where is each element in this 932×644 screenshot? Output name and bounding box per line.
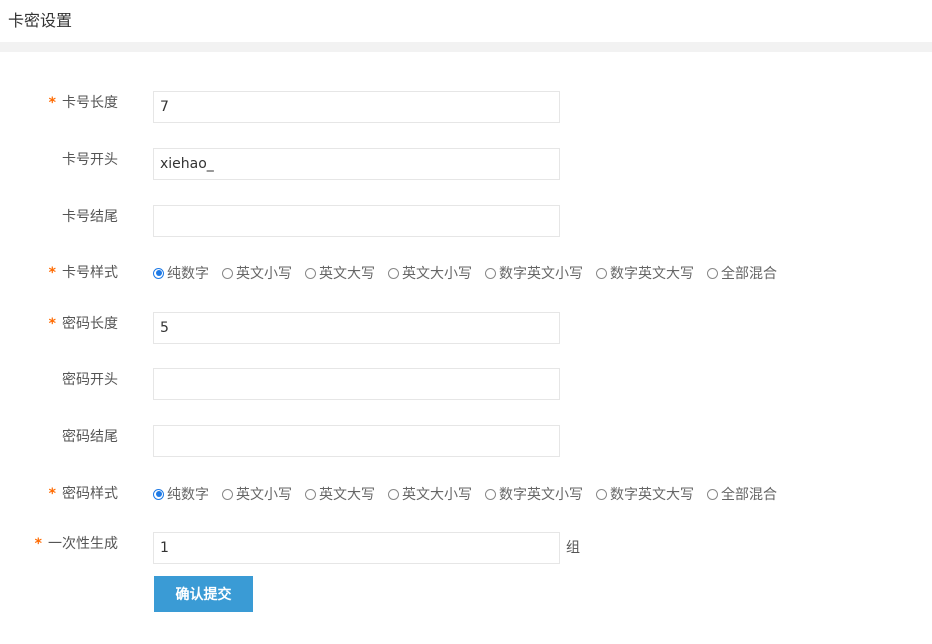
required-star: * xyxy=(48,95,56,111)
radio-label: 英文小写 xyxy=(236,266,292,282)
card-length-input[interactable] xyxy=(153,91,560,123)
radio-unchecked-icon[interactable] xyxy=(485,267,496,279)
radio-unchecked-icon[interactable] xyxy=(596,267,607,279)
required-star: * xyxy=(48,316,56,332)
radio-label: 英文大写 xyxy=(319,487,375,503)
card-style-option[interactable]: 全部混合 xyxy=(707,263,777,283)
card-style-option[interactable]: 数字英文小写 xyxy=(485,263,583,283)
radio-label: 纯数字 xyxy=(167,266,209,282)
card-style-option[interactable]: 数字英文大写 xyxy=(596,263,694,283)
radio-unchecked-icon[interactable] xyxy=(388,267,399,279)
pwd-suffix-label: 密码结尾 xyxy=(62,429,118,445)
radio-label: 全部混合 xyxy=(721,487,777,503)
pwd-prefix-row: 密码开头 xyxy=(0,368,932,400)
pwd-style-option[interactable]: 纯数字 xyxy=(153,484,209,504)
radio-label: 英文小写 xyxy=(236,487,292,503)
pwd-style-radio-group: 纯数字 英文小写 英文大写 英文大小写 数字英文小写 数字英文大写 全部混合 xyxy=(153,482,790,506)
card-suffix-input[interactable] xyxy=(153,205,560,237)
card-style-option[interactable]: 英文小写 xyxy=(222,263,292,283)
pwd-suffix-row: 密码结尾 xyxy=(0,425,932,457)
pwd-style-label-text: 密码样式 xyxy=(62,486,118,502)
pwd-length-row: * 密码长度 xyxy=(0,312,932,344)
radio-label: 英文大小写 xyxy=(402,266,472,282)
batch-row: * 一次性生成 组 xyxy=(0,532,932,564)
radio-checked-icon[interactable] xyxy=(153,488,164,500)
batch-label: * 一次性生成 xyxy=(35,532,118,556)
card-suffix-row: 卡号结尾 xyxy=(0,205,932,237)
radio-unchecked-icon[interactable] xyxy=(305,488,316,500)
radio-label: 全部混合 xyxy=(721,266,777,282)
radio-label: 英文大小写 xyxy=(402,487,472,503)
pwd-length-label-text: 密码长度 xyxy=(62,316,118,332)
card-prefix-row: 卡号开头 xyxy=(0,148,932,180)
radio-label: 数字英文小写 xyxy=(499,266,583,282)
required-star: * xyxy=(34,536,42,552)
card-length-row: * 卡号长度 xyxy=(0,91,932,123)
card-length-label-text: 卡号长度 xyxy=(62,95,118,111)
pwd-style-option[interactable]: 全部混合 xyxy=(707,484,777,504)
card-style-option[interactable]: 纯数字 xyxy=(153,263,209,283)
title-divider xyxy=(0,42,932,52)
pwd-style-option[interactable]: 英文大小写 xyxy=(388,484,472,504)
required-star: * xyxy=(48,486,56,502)
pwd-suffix-input[interactable] xyxy=(153,425,560,457)
radio-checked-icon[interactable] xyxy=(153,267,164,279)
radio-unchecked-icon[interactable] xyxy=(707,488,718,500)
pwd-style-row: * 密码样式 纯数字 英文小写 英文大写 英文大小写 数字英文小写 数字英文大写 … xyxy=(0,482,932,514)
radio-unchecked-icon[interactable] xyxy=(388,488,399,500)
pwd-style-option[interactable]: 英文大写 xyxy=(305,484,375,504)
card-length-label: * 卡号长度 xyxy=(49,91,118,115)
radio-unchecked-icon[interactable] xyxy=(305,267,316,279)
pwd-style-option[interactable]: 英文小写 xyxy=(222,484,292,504)
card-style-option[interactable]: 英文大小写 xyxy=(388,263,472,283)
batch-count-input[interactable] xyxy=(153,532,560,564)
pwd-style-option[interactable]: 数字英文大写 xyxy=(596,484,694,504)
required-star: * xyxy=(48,265,56,281)
pwd-style-label: * 密码样式 xyxy=(49,482,118,506)
pwd-length-label: * 密码长度 xyxy=(49,312,118,336)
radio-label: 英文大写 xyxy=(319,266,375,282)
page-title: 卡密设置 xyxy=(8,11,73,30)
radio-label: 数字英文大写 xyxy=(610,487,694,503)
card-style-radio-group: 纯数字 英文小写 英文大写 英文大小写 数字英文小写 数字英文大写 全部混合 xyxy=(153,261,790,285)
card-style-row: * 卡号样式 纯数字 英文小写 英文大写 英文大小写 数字英文小写 数字英文大写 … xyxy=(0,261,932,293)
pwd-style-option[interactable]: 数字英文小写 xyxy=(485,484,583,504)
radio-unchecked-icon[interactable] xyxy=(596,488,607,500)
radio-label: 数字英文小写 xyxy=(499,487,583,503)
card-style-label-text: 卡号样式 xyxy=(62,265,118,281)
card-style-label: * 卡号样式 xyxy=(49,261,118,285)
card-suffix-label: 卡号结尾 xyxy=(62,209,118,225)
pwd-prefix-input[interactable] xyxy=(153,368,560,400)
submit-button[interactable]: 确认提交 xyxy=(154,576,253,612)
radio-unchecked-icon[interactable] xyxy=(222,488,233,500)
card-prefix-label: 卡号开头 xyxy=(62,152,118,168)
radio-label: 纯数字 xyxy=(167,487,209,503)
batch-label-text: 一次性生成 xyxy=(48,536,118,552)
pwd-length-input[interactable] xyxy=(153,312,560,344)
pwd-prefix-label: 密码开头 xyxy=(62,372,118,388)
radio-unchecked-icon[interactable] xyxy=(485,488,496,500)
radio-unchecked-icon[interactable] xyxy=(222,267,233,279)
batch-unit: 组 xyxy=(566,540,580,556)
card-prefix-input[interactable] xyxy=(153,148,560,180)
radio-unchecked-icon[interactable] xyxy=(707,267,718,279)
card-style-option[interactable]: 英文大写 xyxy=(305,263,375,283)
radio-label: 数字英文大写 xyxy=(610,266,694,282)
